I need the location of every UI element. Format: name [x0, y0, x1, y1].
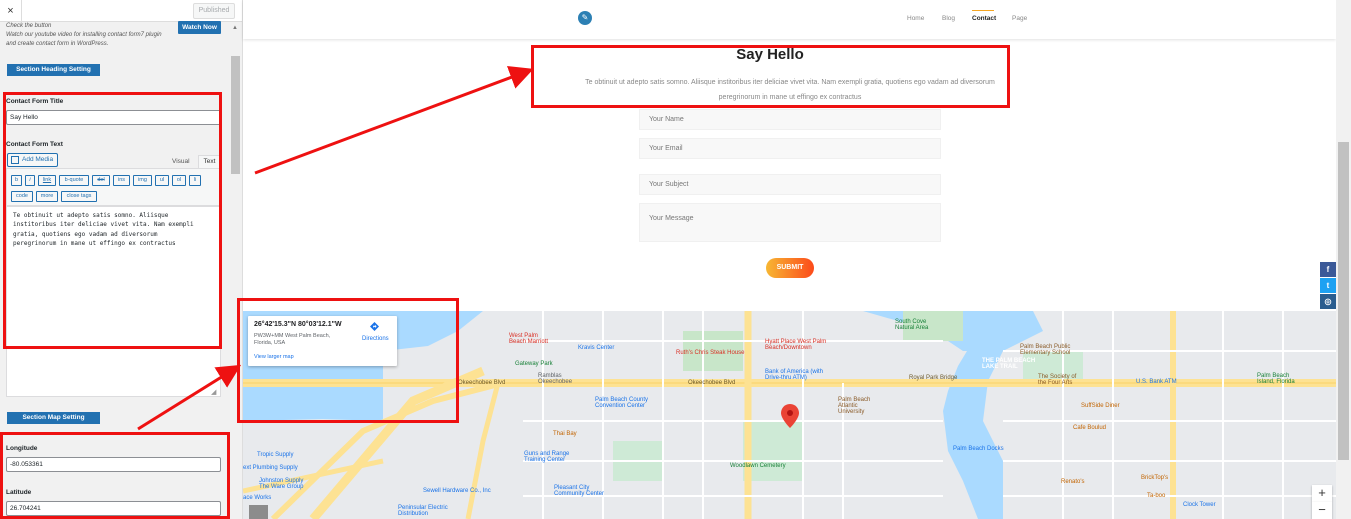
facebook-icon[interactable]: f	[1320, 262, 1336, 277]
nav-blog[interactable]: Blog	[942, 15, 955, 22]
annotation-box-form-settings	[3, 92, 222, 349]
map-label-gateway[interactable]: Gateway Park	[515, 361, 553, 367]
map-label-atlantic-univ[interactable]: Palm Beach Atlantic University	[838, 397, 870, 415]
customizer-topbar: × Published	[0, 0, 242, 22]
map-label-elementary[interactable]: Palm Beach Public Elementary School	[1020, 344, 1070, 356]
scroll-up-arrow-icon[interactable]: ▲	[232, 25, 238, 31]
annotation-box-map-settings	[0, 432, 230, 519]
map-label-docks[interactable]: Palm Beach Docks	[953, 446, 1004, 452]
map-label-ace-works[interactable]: ace Works	[243, 495, 271, 501]
map-label-suffside[interactable]: SuffSide Diner	[1081, 403, 1120, 409]
published-button[interactable]: Published	[193, 3, 235, 19]
site-header: ✎ Home Blog Contact Page	[243, 0, 1336, 39]
watch-now-button[interactable]: Watch Now	[178, 21, 221, 34]
zoom-in-button[interactable]: +	[1312, 485, 1332, 502]
panel-scrollbar-thumb[interactable]	[231, 56, 240, 174]
site-scrollbar-thumb[interactable]	[1338, 142, 1349, 460]
map-label-hyatt[interactable]: Hyatt Place West Palm Beach/Downtown	[765, 339, 826, 351]
map-label-plumbing[interactable]: ext Plumbing Supply	[243, 465, 298, 471]
map-label-royal-park: Royal Park Bridge	[909, 375, 958, 381]
nav-active-indicator	[972, 10, 994, 11]
submit-button[interactable]: SUBMIT	[766, 258, 814, 278]
twitter-icon[interactable]: t	[1320, 278, 1336, 293]
map-label-thai-bay[interactable]: Thai Bay	[553, 431, 577, 437]
map-label-okeechobee-2: Okeechobee Blvd	[688, 380, 736, 386]
screen: × Published ▲ Check the button Watch our…	[0, 0, 1351, 519]
resize-grip-icon[interactable]: ◢	[211, 388, 216, 396]
map-label-johnston[interactable]: Johnston Supply The Ware Group	[259, 478, 303, 490]
section-heading-setting-label: Section Heading Setting	[7, 64, 100, 76]
instagram-icon[interactable]: ◎	[1320, 294, 1336, 309]
map-label-cafe-boulud[interactable]: Cafe Boulud	[1073, 425, 1106, 431]
map-label-palm-beach-island[interactable]: Palm Beach Island, Florida	[1257, 373, 1295, 385]
map-label-renatos[interactable]: Renato's	[1061, 479, 1085, 485]
map-label-bank-america[interactable]: Bank of America (with Drive-thru ATM)	[765, 369, 823, 381]
map-label-lake-trail: THE PALM BEACH LAKE TRAIL	[982, 358, 1036, 370]
map-label-kravis[interactable]: Kravis Center	[578, 345, 614, 351]
map-label-woodlawn[interactable]: Woodlawn Cemetery	[730, 463, 786, 469]
close-icon[interactable]: ×	[0, 0, 22, 22]
map-label-sewell[interactable]: Sewell Hardware Co., Inc	[423, 488, 491, 494]
map-label-clock-tower[interactable]: Clock Tower	[1183, 502, 1216, 508]
map-label-taboo[interactable]: Ta-boo	[1147, 493, 1165, 499]
map-label-okeechobee-1: Okeechobee Blvd	[458, 380, 506, 386]
your-subject-field[interactable]: Your Subject	[639, 174, 941, 195]
section-map-setting-label: Section Map Setting	[7, 412, 100, 424]
arrow-to-heading	[254, 66, 534, 175]
zoom-out-button[interactable]: −	[1312, 502, 1332, 519]
site-logo-icon[interactable]: ✎	[578, 11, 592, 25]
map-label-us-bank[interactable]: U.S. Bank ATM	[1136, 379, 1177, 385]
map-label-convention[interactable]: Palm Beach County Convention Center	[595, 397, 648, 409]
map-label-guns-range[interactable]: Guns and Range Training Center	[524, 451, 569, 463]
your-email-field[interactable]: Your Email	[639, 138, 941, 159]
contact-form-hint: Check the button Watch our youtube video…	[6, 23, 162, 47]
map-label-bricktops[interactable]: BrickTop's	[1141, 475, 1168, 481]
annotation-box-map-preview	[237, 298, 459, 423]
street-view-thumbnail[interactable]	[249, 505, 268, 519]
map-label-tropic[interactable]: Tropic Supply	[257, 452, 293, 458]
annotation-box-heading-preview	[531, 45, 1010, 108]
map-label-four-arts[interactable]: The Society of the Four Arts	[1038, 374, 1076, 386]
map-label-ramblas[interactable]: Ramblas Okeechobee	[538, 373, 572, 385]
map-label-peninsular[interactable]: Peninsular Electric Distribution	[398, 505, 448, 517]
map-label-south-cove[interactable]: South Cove Natural Area	[895, 319, 928, 331]
map-label-ruths[interactable]: Ruth's Chris Steak House	[676, 350, 745, 356]
your-name-field[interactable]: Your Name	[639, 109, 941, 130]
nav-home[interactable]: Home	[907, 15, 924, 22]
map-label-marriott[interactable]: West Palm Beach Marriott	[509, 333, 548, 345]
nav-contact[interactable]: Contact	[972, 15, 996, 22]
your-message-field[interactable]: Your Message	[639, 203, 941, 242]
map-label-pleasant-city[interactable]: Pleasant City Community Center	[554, 485, 604, 497]
nav-page[interactable]: Page	[1012, 15, 1027, 22]
